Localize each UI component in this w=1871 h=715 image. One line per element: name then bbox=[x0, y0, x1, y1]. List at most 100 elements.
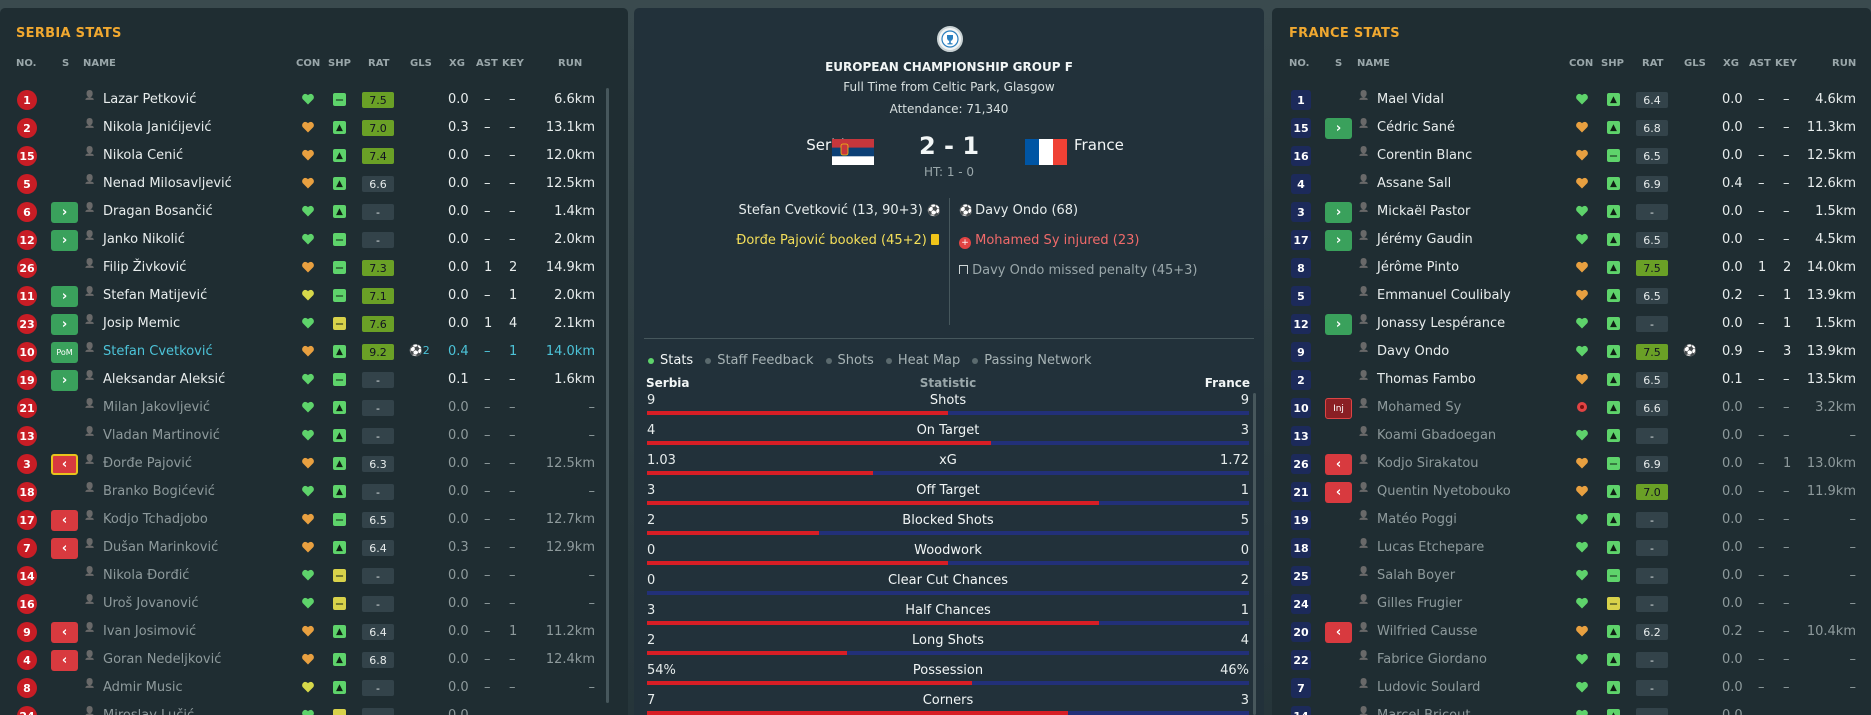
player-name[interactable]: Dušan Marinković bbox=[103, 540, 218, 555]
player-name[interactable]: Kodjo Sirakatou bbox=[1377, 456, 1479, 471]
player-row[interactable]: 15 👤 Nikola Cenić ▲ 7.4 0.0– –12.0km bbox=[0, 142, 628, 170]
tab-heat-map[interactable]: Heat Map bbox=[885, 353, 960, 368]
col-shp[interactable]: SHP bbox=[328, 58, 351, 69]
player-name[interactable]: Thomas Fambo bbox=[1377, 372, 1476, 387]
player-row[interactable]: 21 ‹ 👤 Quentin Nyetobouko ▲ 7.0 0.0– –11.9km bbox=[1272, 478, 1871, 506]
player-name[interactable]: Jérôme Pinto bbox=[1377, 260, 1459, 275]
col-s[interactable]: S bbox=[62, 58, 69, 69]
col-rat[interactable]: RAT bbox=[368, 58, 389, 69]
player-name[interactable]: Miroslav Lučić bbox=[103, 708, 194, 715]
player-name[interactable]: Quentin Nyetobouko bbox=[1377, 484, 1511, 499]
player-row[interactable]: 1 👤 Mael Vidal ▲ 6.4 0.0– –4.6km bbox=[1272, 86, 1871, 114]
player-name[interactable]: Stefan Matijević bbox=[103, 288, 207, 303]
col-xg[interactable]: XG bbox=[1723, 58, 1739, 69]
player-row[interactable]: 12 › 👤 Jonassy Lespérance ▲ - 0.0– 1 1.5km bbox=[1272, 310, 1871, 338]
tab-shots[interactable]: Shots bbox=[825, 353, 874, 368]
sub-on-arrow-icon[interactable]: › bbox=[51, 370, 78, 391]
player-row[interactable]: 1 👤 Lazar Petković —7.5 0.0– –6.6km bbox=[0, 86, 628, 114]
player-of-match-badge[interactable]: PoM bbox=[51, 342, 78, 363]
player-row[interactable]: 8 👤 Jérôme Pinto ▲ 7.5 0.0 1 2 14.0km bbox=[1272, 254, 1871, 282]
player-name[interactable]: Cédric Sané bbox=[1377, 120, 1455, 135]
player-name[interactable]: Koami Gbadoegan bbox=[1377, 428, 1496, 443]
player-row[interactable]: 14 👤 Marcel Bricout ▲ - 0.0 – – – bbox=[1272, 702, 1871, 715]
player-name[interactable]: Lucas Etchepare bbox=[1377, 540, 1484, 555]
col-run[interactable]: RUN bbox=[1832, 58, 1856, 69]
player-name[interactable]: Jérémy Gaudin bbox=[1377, 232, 1473, 247]
col-no[interactable]: NO. bbox=[1289, 58, 1309, 69]
player-name[interactable]: Nikola Cenić bbox=[103, 148, 183, 163]
player-name[interactable]: Janko Nikolić bbox=[103, 232, 185, 247]
player-row[interactable]: 21 👤 Milan Jakovljević ▲ -0.0– – – bbox=[0, 394, 628, 422]
player-name[interactable]: Ludovic Soulard bbox=[1377, 680, 1480, 695]
col-gls[interactable]: GLS bbox=[410, 58, 432, 69]
player-name[interactable]: Mael Vidal bbox=[1377, 92, 1444, 107]
player-name[interactable]: Mohamed Sy bbox=[1377, 400, 1461, 415]
player-row[interactable]: 4 ‹ 👤 Goran Nedeljković ▲ 6.8 0.0– –12.4km bbox=[0, 646, 628, 674]
col-name[interactable]: NAME bbox=[1357, 58, 1390, 69]
player-name[interactable]: Milan Jakovljević bbox=[103, 400, 210, 415]
player-name[interactable]: Assane Sall bbox=[1377, 176, 1451, 191]
sub-on-arrow-icon[interactable]: › bbox=[51, 230, 78, 251]
player-name[interactable]: Lazar Petković bbox=[103, 92, 196, 107]
sub-off-arrow-icon[interactable]: ‹ bbox=[51, 622, 78, 643]
player-name[interactable]: Vladan Martinović bbox=[103, 428, 220, 443]
col-shp[interactable]: SHP bbox=[1601, 58, 1624, 69]
sub-off-arrow-icon[interactable]: ‹ bbox=[51, 510, 78, 531]
player-row[interactable]: 19 › 👤 Aleksandar Aleksić — -0.1– –1.6km bbox=[0, 366, 628, 394]
player-row[interactable]: 13 👤 Koami Gbadoegan ▲ -0.0– – – bbox=[1272, 422, 1871, 450]
player-row[interactable]: 22 👤 Fabrice Giordano ▲ -0.0– – – bbox=[1272, 646, 1871, 674]
player-name[interactable]: Uroš Jovanović bbox=[103, 596, 199, 611]
col-no[interactable]: NO. bbox=[16, 58, 36, 69]
player-name[interactable]: Nikola Đorđić bbox=[103, 568, 189, 583]
sub-off-arrow-icon[interactable]: ‹ bbox=[51, 538, 78, 559]
player-row[interactable]: 10 Inj 👤 Mohamed Sy ▲ 6.6 0.0– –3.2km bbox=[1272, 394, 1871, 422]
player-name[interactable]: Nenad Milosavljević bbox=[103, 176, 232, 191]
away-event[interactable]: Davy Ondo missed penalty (45+3) bbox=[959, 263, 1198, 278]
player-row[interactable]: 17 ‹ 👤 Kodjo Tchadjobo —6.5 0.0– –12.7km bbox=[0, 506, 628, 534]
player-row[interactable]: 9 👤 Davy Ondo ▲ 7.5 ⚽ 0.9– 3 13.9km bbox=[1272, 338, 1871, 366]
away-event[interactable]: + Mohamed Sy injured (23) bbox=[959, 233, 1139, 249]
player-row[interactable]: 6 › 👤 Dragan Bosančić ▲ -0.0– –1.4km bbox=[0, 198, 628, 226]
col-ast[interactable]: AST bbox=[476, 58, 498, 69]
col-rat[interactable]: RAT bbox=[1642, 58, 1663, 69]
player-row[interactable]: 19 👤 Matéo Poggi ▲ -0.0– – – bbox=[1272, 506, 1871, 534]
player-row[interactable]: 25 👤 Salah Boyer — -0.0– – – bbox=[1272, 562, 1871, 590]
player-name[interactable]: Aleksandar Aleksić bbox=[103, 372, 225, 387]
tab-staff-feedback[interactable]: Staff Feedback bbox=[705, 353, 814, 368]
sub-on-arrow-icon[interactable]: › bbox=[51, 314, 78, 335]
col-s[interactable]: S bbox=[1335, 58, 1342, 69]
player-name[interactable]: Emmanuel Coulibaly bbox=[1377, 288, 1511, 303]
player-name[interactable]: Stefan Cvetković bbox=[103, 344, 213, 359]
away-team-name[interactable]: France bbox=[1074, 136, 1124, 154]
player-row[interactable]: 18 👤 Branko Bogićević ▲ -0.0– – – bbox=[0, 478, 628, 506]
sub-on-arrow-icon[interactable]: › bbox=[51, 286, 78, 307]
player-row[interactable]: 16 👤 Corentin Blanc —6.5 0.0– –12.5km bbox=[1272, 142, 1871, 170]
player-row[interactable]: 5 👤 Nenad Milosavljević ▲ 6.6 0.0– –12.5km bbox=[0, 170, 628, 198]
col-con[interactable]: CON bbox=[296, 58, 320, 69]
player-name[interactable]: Salah Boyer bbox=[1377, 568, 1455, 583]
col-gls[interactable]: GLS bbox=[1684, 58, 1706, 69]
player-row[interactable]: 11 › 👤 Stefan Matijević — 7.1 0.0– 1 2.0km bbox=[0, 282, 628, 310]
sub-off-arrow-icon[interactable]: ‹ bbox=[1325, 482, 1352, 503]
col-con[interactable]: CON bbox=[1569, 58, 1593, 69]
player-row[interactable]: 26 ‹ 👤 Kodjo Sirakatou — 6.9 0.0– 1 13.0km bbox=[1272, 450, 1871, 478]
player-row[interactable]: 26 👤 Filip Živković — 7.3 0.0 1 2 14.9km bbox=[0, 254, 628, 282]
player-row[interactable]: 16 👤 Uroš Jovanović — -0.0– – – bbox=[0, 590, 628, 618]
player-row[interactable]: 24 👤 Miroslav Lučić — - 0.0 – – – bbox=[0, 702, 628, 715]
player-row[interactable]: 15 › 👤 Cédric Sané ▲ 6.8 0.0– –11.3km bbox=[1272, 114, 1871, 142]
player-name[interactable]: Admir Music bbox=[103, 680, 183, 695]
col-name[interactable]: NAME bbox=[83, 58, 116, 69]
player-row[interactable]: 7 ‹ 👤 Dušan Marinković ▲ 6.4 0.3– –12.9km bbox=[0, 534, 628, 562]
player-row[interactable]: 7 👤 Ludovic Soulard ▲ -0.0– – – bbox=[1272, 674, 1871, 702]
player-name[interactable]: Corentin Blanc bbox=[1377, 148, 1472, 163]
player-row[interactable]: 24 👤 Gilles Frugier — -0.0– – – bbox=[1272, 590, 1871, 618]
player-row[interactable]: 18 👤 Lucas Etchepare ▲ -0.0– – – bbox=[1272, 534, 1871, 562]
player-row[interactable]: 2 👤 Thomas Fambo ▲ 6.5 0.1– –13.5km bbox=[1272, 366, 1871, 394]
player-row[interactable]: 2 👤 Nikola Janićijević ▲ 7.0 0.3– –13.1km bbox=[0, 114, 628, 142]
serbia-scrollbar[interactable] bbox=[606, 88, 609, 703]
player-name[interactable]: Branko Bogićević bbox=[103, 484, 215, 499]
player-row[interactable]: 14 👤 Nikola Đorđić — -0.0– – – bbox=[0, 562, 628, 590]
player-name[interactable]: Dragan Bosančić bbox=[103, 204, 213, 219]
player-row[interactable]: 4 👤 Assane Sall ▲ 6.9 0.4– –12.6km bbox=[1272, 170, 1871, 198]
player-row[interactable]: 9 ‹ 👤 Ivan Josimović ▲ 6.4 0.0– 1 11.2km bbox=[0, 618, 628, 646]
